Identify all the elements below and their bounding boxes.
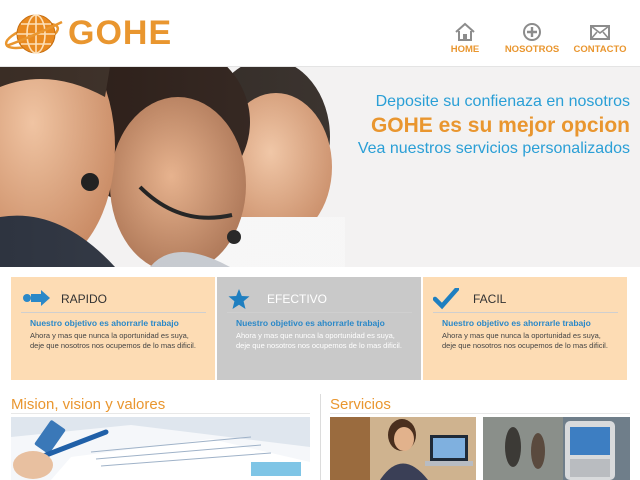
plus-circle-icon	[523, 23, 541, 41]
feature-title: FACIL	[473, 292, 507, 306]
nav-nosotros[interactable]: NOSOTROS	[503, 22, 561, 62]
feature-header: EFECTIVO	[227, 286, 412, 313]
arrow-right-icon	[23, 290, 50, 306]
woman-laptop-photo	[330, 417, 476, 480]
hero-copy: Deposite su confienaza en nosotros GOHE …	[358, 93, 630, 158]
feature-card-efectivo: EFECTIVO Nuestro objetivo es ahorrarle t…	[217, 277, 421, 380]
checkmark-icon	[433, 288, 459, 310]
feature-card-rapido: RAPIDO Nuestro objetivo es ahorrarle tra…	[11, 277, 215, 380]
servicios-image-2[interactable]	[483, 417, 630, 480]
section-underline	[330, 413, 630, 414]
mision-image[interactable]	[11, 417, 310, 480]
hero-line-1: Deposite su confienaza en nosotros	[375, 93, 630, 110]
hero-line-3: Vea nuestros servicios personalizados	[357, 140, 630, 157]
nav-home[interactable]: HOME	[448, 22, 482, 62]
brand-name: GOHE	[68, 14, 173, 52]
nav-nosotros-label: NOSOTROS	[504, 44, 560, 55]
globe-icon	[4, 14, 63, 54]
feature-body: Ahora y mas que nunca la oportunidad es …	[30, 331, 196, 350]
feature-subtitle[interactable]: Nuestro objetivo es ahorrarle trabajo	[236, 318, 385, 328]
nav-contacto[interactable]: CONTACTO	[572, 22, 628, 62]
site-header: GOHE HOME NOSOTROS CONTACTO	[0, 0, 640, 67]
nav-contacto-label: CONTACTO	[573, 44, 627, 55]
feature-header: RAPIDO	[21, 286, 206, 313]
servicios-image-1[interactable]	[330, 417, 476, 480]
brand-logo[interactable]: GOHE	[4, 10, 174, 58]
feature-body: Ahora y mas que nunca la oportunidad es …	[442, 331, 608, 350]
feature-body: Ahora y mas que nunca la oportunidad es …	[236, 331, 402, 350]
section-title-mision[interactable]: Mision, vision y valores	[11, 396, 165, 413]
feature-title: RAPIDO	[61, 292, 108, 306]
feature-header: FACIL	[433, 286, 618, 313]
city-phone-photo	[483, 417, 630, 480]
feature-subtitle[interactable]: Nuestro objetivo es ahorrarle trabajo	[442, 318, 591, 328]
nav-home-label: HOME	[450, 44, 480, 55]
section-underline	[11, 413, 310, 414]
star-icon	[228, 289, 250, 309]
feature-card-facil: FACIL Nuestro objetivo es ahorrarle trab…	[423, 277, 627, 380]
section-title-servicios[interactable]: Servicios	[330, 396, 391, 413]
hero-line-2: GOHE es su mejor opcion	[370, 114, 630, 137]
column-divider	[320, 394, 321, 480]
hero-banner: Deposite su confienaza en nosotros GOHE …	[0, 67, 640, 267]
features-row: RAPIDO Nuestro objetivo es ahorrarle tra…	[11, 277, 630, 380]
documents-photo	[11, 417, 310, 480]
feature-subtitle[interactable]: Nuestro objetivo es ahorrarle trabajo	[30, 318, 179, 328]
home-icon	[455, 22, 475, 41]
feature-title: EFECTIVO	[267, 292, 328, 306]
envelope-icon	[590, 25, 610, 40]
